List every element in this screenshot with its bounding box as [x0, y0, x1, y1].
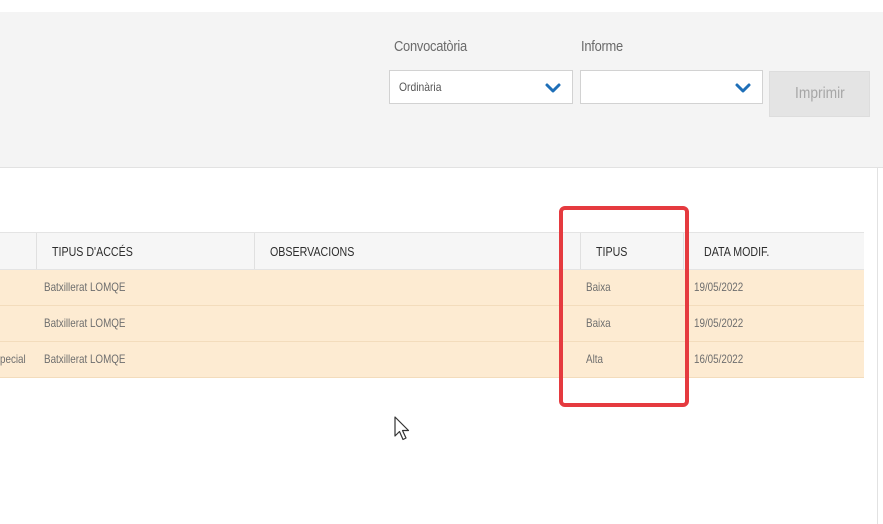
- mouse-pointer-icon: [394, 416, 410, 441]
- column-header-data-modif[interactable]: DATA MODIF.: [704, 244, 769, 259]
- cell-tipus-acces: Batxillerat LOMQE: [44, 280, 126, 294]
- chevron-down-icon: [545, 83, 561, 93]
- cell-data-modif: 16/05/2022: [694, 352, 744, 366]
- informe-label: Informe: [581, 38, 623, 55]
- annotation-highlight-box: [559, 206, 689, 407]
- print-button-label: Imprimir: [794, 85, 845, 102]
- cell-tipus-acces: Batxillerat LOMQE: [44, 352, 126, 366]
- convocatoria-label: Convocatòria: [394, 38, 467, 55]
- cell-partial-truncated: pecial: [0, 352, 26, 366]
- column-header-tipus-acces[interactable]: TIPUS D'ACCÉS: [52, 244, 133, 259]
- table-row[interactable]: Batxillerat LOMQE Baixa 19/05/2022: [0, 306, 864, 342]
- card-border: [877, 168, 878, 524]
- table-header: TIPUS D'ACCÉS OBSERVACIONS TIPUS DATA MO…: [0, 232, 864, 270]
- table-row[interactable]: pecial Batxillerat LOMQE Alta 16/05/2022: [0, 342, 864, 378]
- cell-data-modif: 19/05/2022: [694, 280, 744, 294]
- table-row[interactable]: Batxillerat LOMQE Baixa 19/05/2022: [0, 270, 864, 306]
- column-divider: [254, 233, 255, 269]
- print-button[interactable]: Imprimir: [769, 71, 870, 117]
- convocatoria-selected-value: Ordinària: [399, 80, 442, 94]
- cell-data-modif: 19/05/2022: [694, 316, 744, 330]
- column-header-observacions[interactable]: OBSERVACIONS: [270, 244, 354, 259]
- chevron-down-icon: [735, 83, 751, 93]
- cell-tipus-acces: Batxillerat LOMQE: [44, 316, 126, 330]
- column-divider: [36, 233, 37, 269]
- convocatoria-select[interactable]: Ordinària: [389, 70, 573, 104]
- informe-select[interactable]: [580, 70, 763, 104]
